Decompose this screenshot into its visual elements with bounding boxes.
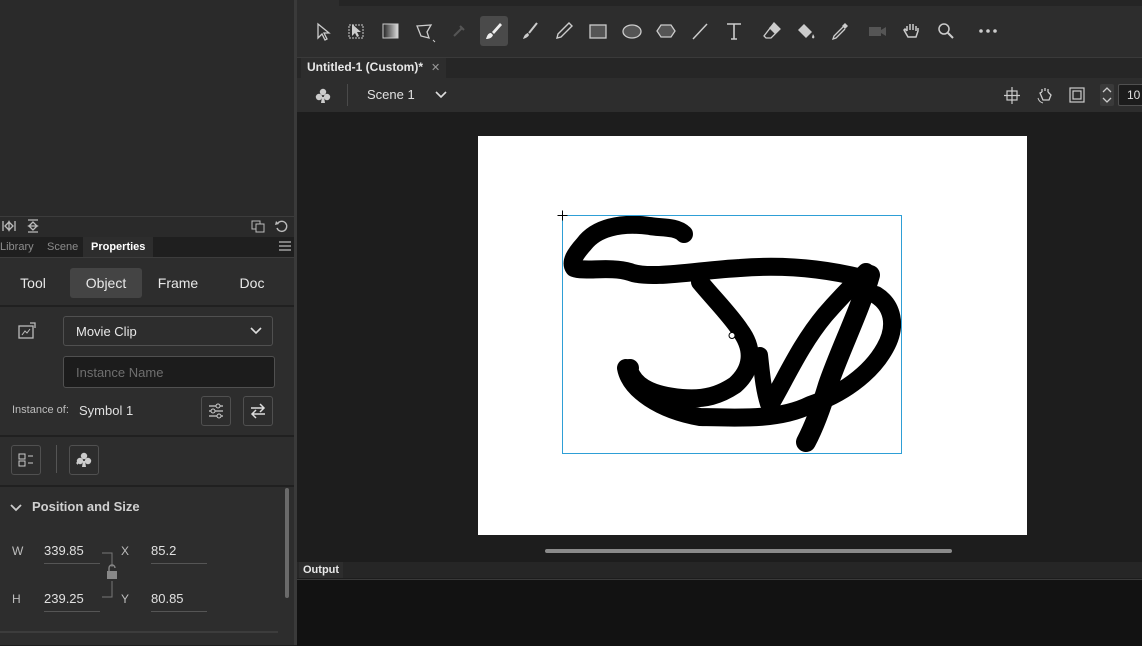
registration-point-icon xyxy=(557,210,568,221)
zoom-stepper[interactable] xyxy=(1100,84,1114,106)
document-tab-label: Untitled-1 (Custom)* xyxy=(307,60,423,74)
properties-panel: Tool Object Frame Doc Movie Clip Instanc… xyxy=(0,258,294,645)
paint-brush-icon[interactable] xyxy=(516,16,544,46)
instance-name-input[interactable] xyxy=(63,356,275,388)
panel-tabs: Library Scene Properties xyxy=(0,237,294,258)
divider xyxy=(347,84,348,106)
output-panel xyxy=(297,579,1142,646)
bone-icon[interactable] xyxy=(444,16,472,46)
instance-of-value: Symbol 1 xyxy=(79,403,134,418)
free-transform-icon[interactable] xyxy=(343,16,371,46)
tab-library[interactable]: Library xyxy=(0,237,34,257)
rotate-stage-icon[interactable] xyxy=(1036,86,1054,104)
sliders-icon xyxy=(209,403,223,419)
oval-icon[interactable] xyxy=(618,16,646,46)
expand-panels-icon[interactable] xyxy=(2,219,18,235)
document-tab[interactable]: Untitled-1 (Custom)* ✕ xyxy=(301,58,447,78)
subtab-tool[interactable]: Tool xyxy=(0,268,69,298)
gradient-icon[interactable] xyxy=(377,16,405,46)
panel-menu-icon[interactable] xyxy=(279,241,291,251)
divider xyxy=(0,435,294,437)
tab-properties[interactable]: Properties xyxy=(83,237,154,257)
chevron-down-icon[interactable] xyxy=(435,91,447,99)
camera-icon[interactable] xyxy=(864,16,892,46)
scene-bar: Scene 1 10 xyxy=(297,78,1142,112)
close-icon[interactable]: ✕ xyxy=(431,62,440,74)
document-tab-bar: Untitled-1 (Custom)* ✕ xyxy=(297,58,1142,78)
symbol-type-dropdown[interactable]: Movie Clip xyxy=(63,316,273,346)
club-symbol-icon xyxy=(76,452,92,467)
height-label: H xyxy=(12,592,21,606)
left-panel-empty-area xyxy=(0,0,294,216)
subtab-object[interactable]: Object xyxy=(70,268,142,298)
stage-drawing xyxy=(557,210,902,454)
rectangle-icon[interactable] xyxy=(584,16,612,46)
divider xyxy=(0,485,294,487)
transformation-point-icon xyxy=(728,332,736,339)
panel-mini-toolbar xyxy=(0,216,294,237)
scene-name[interactable]: Scene 1 xyxy=(367,87,415,102)
swap-icon xyxy=(250,403,266,419)
collapse-panels-icon[interactable] xyxy=(26,219,42,235)
output-panel-header: Output xyxy=(297,562,1142,578)
line-icon[interactable] xyxy=(686,16,714,46)
divider xyxy=(0,305,294,307)
subtab-doc[interactable]: Doc xyxy=(216,268,288,298)
movie-clip-symbol-icon xyxy=(17,322,37,340)
selection-icon[interactable] xyxy=(310,16,338,46)
brush-icon[interactable] xyxy=(480,16,508,46)
convert-to-symbol-button[interactable] xyxy=(69,445,99,475)
divider xyxy=(56,445,57,473)
align-panel-button[interactable] xyxy=(11,445,41,475)
tab-output[interactable]: Output xyxy=(299,562,344,578)
width-field[interactable]: 339.85 xyxy=(44,543,100,564)
y-field[interactable]: 80.85 xyxy=(151,591,207,612)
stage-canvas[interactable] xyxy=(478,136,1027,535)
reset-panel-icon[interactable] xyxy=(275,219,291,235)
zoom-icon[interactable] xyxy=(932,16,960,46)
paint-bucket-icon[interactable] xyxy=(792,16,820,46)
brush-stroke xyxy=(563,215,871,287)
tools-toolbar xyxy=(297,0,1142,58)
divider xyxy=(0,631,278,633)
eraser-icon[interactable] xyxy=(758,16,786,46)
chevron-down-icon xyxy=(250,327,262,335)
toolbar-top-strip xyxy=(339,0,1142,6)
edit-symbol-properties-button[interactable] xyxy=(201,396,231,426)
panel-layout-icon[interactable] xyxy=(251,219,267,235)
chevron-down-icon[interactable] xyxy=(10,504,22,512)
zoom-field[interactable]: 10 xyxy=(1118,84,1142,106)
x-label: X xyxy=(121,544,130,558)
fit-stage-icon[interactable] xyxy=(1069,87,1085,103)
width-label: W xyxy=(12,544,24,558)
tab-scene[interactable]: Scene xyxy=(47,237,78,257)
stage-horizontal-scrollbar[interactable] xyxy=(545,549,952,553)
subtab-frame[interactable]: Frame xyxy=(142,268,214,298)
align-icon xyxy=(18,453,33,467)
edit-symbols-icon[interactable] xyxy=(314,87,332,105)
y-label: Y xyxy=(121,592,130,606)
symbol-type-value: Movie Clip xyxy=(76,324,137,339)
instance-of-label: Instance of: xyxy=(12,404,69,416)
height-field[interactable]: 239.25 xyxy=(44,591,100,612)
swap-symbol-button[interactable] xyxy=(243,396,273,426)
text-icon[interactable] xyxy=(720,16,748,46)
lasso-icon[interactable] xyxy=(411,16,439,46)
zoom-value: 10 xyxy=(1127,88,1141,102)
polystar-icon[interactable] xyxy=(652,16,680,46)
brush-stroke xyxy=(752,347,776,412)
brush-stroke xyxy=(619,273,759,408)
x-field[interactable]: 85.2 xyxy=(151,543,207,564)
hand-icon[interactable] xyxy=(898,16,926,46)
more-icon[interactable] xyxy=(974,16,1002,46)
eyedropper-icon[interactable] xyxy=(826,16,854,46)
lock-proportions-icon[interactable] xyxy=(102,551,118,599)
panel-scrollbar[interactable] xyxy=(285,488,289,598)
pencil-icon[interactable] xyxy=(550,16,578,46)
position-size-title[interactable]: Position and Size xyxy=(32,499,140,514)
snap-icon[interactable] xyxy=(1004,86,1020,104)
